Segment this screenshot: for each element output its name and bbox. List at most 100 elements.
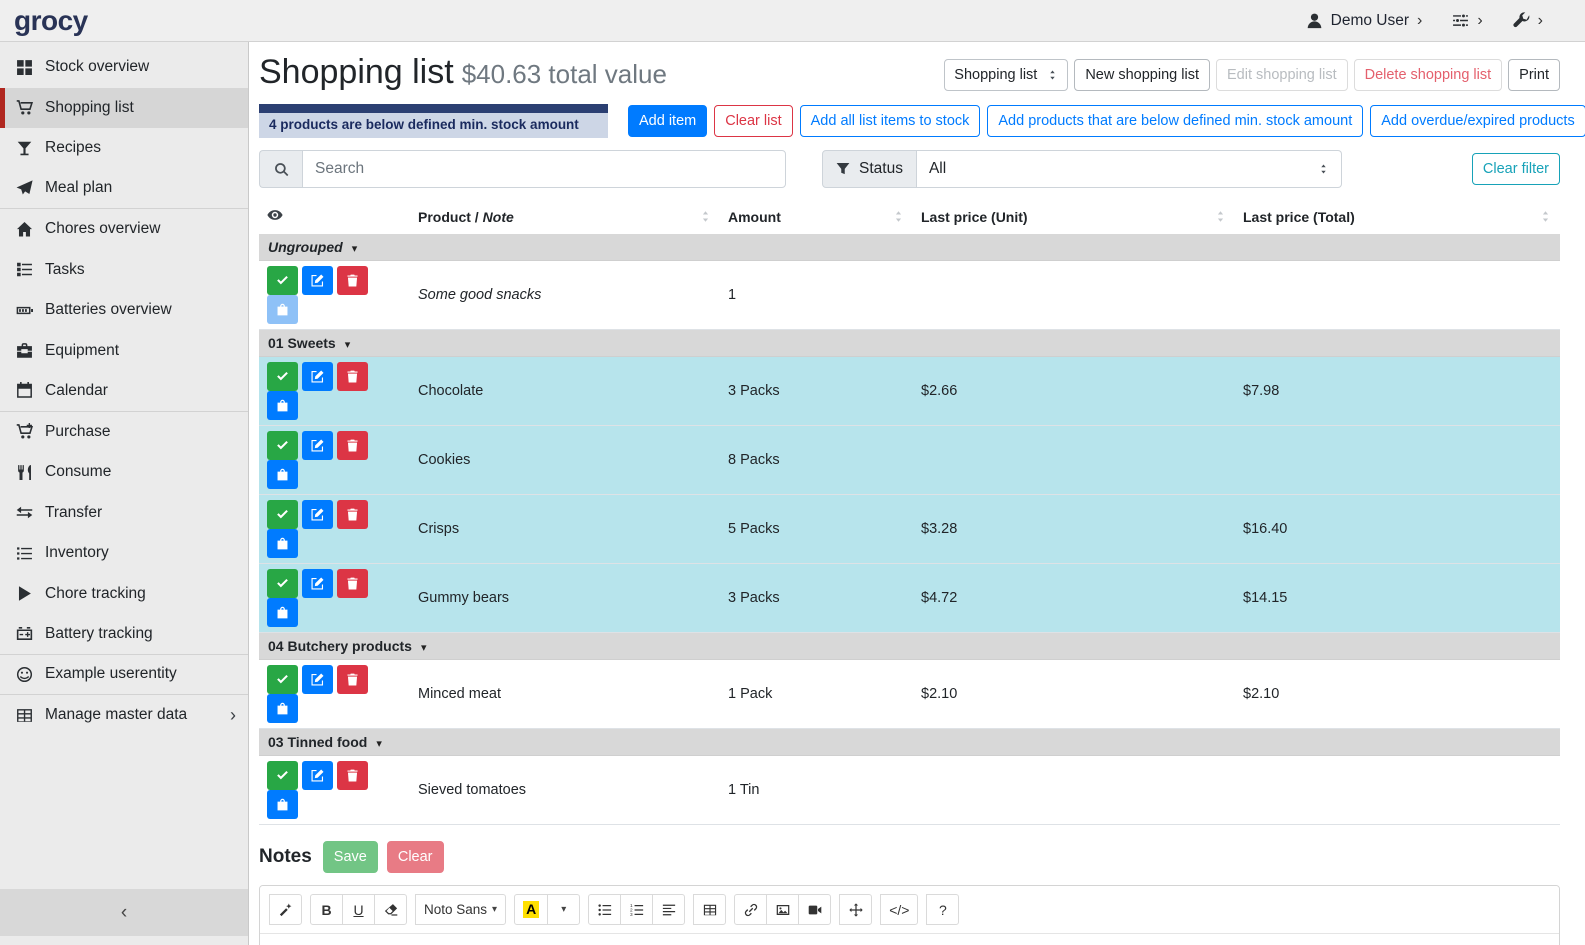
delete-item-button[interactable] — [337, 569, 368, 598]
app-logo[interactable]: grocy — [14, 7, 88, 35]
product-group-row[interactable]: 01 Sweets ▾ — [259, 330, 1560, 357]
sidebar-item-example-userentity[interactable]: Example userentity — [0, 655, 248, 696]
sidebar-item-consume[interactable]: Consume — [0, 452, 248, 493]
sidebar-item-purchase[interactable]: Purchase — [0, 412, 248, 453]
list-icon — [15, 545, 34, 562]
text-color-button[interactable]: A — [514, 894, 548, 925]
mark-done-button[interactable] — [267, 761, 298, 790]
add-to-stock-button[interactable] — [267, 295, 298, 324]
insert-video-button[interactable] — [798, 894, 831, 925]
mark-done-button[interactable] — [267, 665, 298, 694]
add-to-stock-button[interactable] — [267, 460, 298, 489]
sidebar-item-transfer[interactable]: Transfer — [0, 493, 248, 534]
edit-item-button[interactable] — [302, 665, 333, 694]
status-filter-select[interactable]: All — [917, 150, 1342, 188]
unordered-list-button[interactable] — [588, 894, 621, 925]
user-menu[interactable]: Demo User › — [1306, 12, 1423, 30]
delete-item-button[interactable] — [337, 362, 368, 391]
sidebar-item-shopping-list[interactable]: Shopping list — [0, 88, 248, 129]
text-color-dropdown-button[interactable]: ▾ — [547, 894, 580, 925]
clear-notes-button[interactable]: Clear — [387, 841, 444, 873]
sort-icon[interactable] — [1214, 210, 1227, 223]
settings-menu[interactable]: › — [1452, 12, 1482, 30]
style-magic-button[interactable] — [269, 894, 302, 925]
delete-item-button[interactable] — [337, 500, 368, 529]
mark-done-button[interactable] — [267, 500, 298, 529]
clear-filter-button[interactable]: Clear filter — [1472, 153, 1560, 185]
add-below-min-stock-button[interactable]: Add products that are below defined min.… — [987, 105, 1363, 137]
insert-picture-button[interactable] — [766, 894, 799, 925]
status-filter-label[interactable]: Status — [822, 150, 917, 188]
delete-shopping-list-button[interactable]: Delete shopping list — [1354, 59, 1503, 91]
search-input[interactable] — [302, 150, 786, 188]
add-overdue-button[interactable]: Add overdue/expired products — [1370, 105, 1585, 137]
edit-item-button[interactable] — [302, 569, 333, 598]
shopping-list-selector[interactable]: Shopping list — [944, 59, 1068, 91]
last-price-unit-column-header[interactable]: Last price (Unit) — [913, 202, 1235, 234]
notes-editor-area[interactable] — [260, 934, 1559, 945]
edit-item-button[interactable] — [302, 500, 333, 529]
sidebar-item-label: Shopping list — [45, 99, 134, 117]
edit-item-button[interactable] — [302, 362, 333, 391]
mark-done-button[interactable] — [267, 431, 298, 460]
sidebar-item-meal-plan[interactable]: Meal plan — [0, 169, 248, 210]
sidebar-item-stock-overview[interactable]: Stock overview — [0, 47, 248, 88]
add-all-to-stock-button[interactable]: Add all list items to stock — [800, 105, 981, 137]
delete-item-button[interactable] — [337, 266, 368, 295]
underline-button[interactable]: U — [342, 894, 375, 925]
sidebar-item-equipment[interactable]: Equipment — [0, 331, 248, 372]
add-to-stock-button[interactable] — [267, 598, 298, 627]
insert-table-button[interactable] — [693, 894, 726, 925]
delete-item-button[interactable] — [337, 431, 368, 460]
mark-done-button[interactable] — [267, 569, 298, 598]
add-to-stock-button[interactable] — [267, 694, 298, 723]
sort-icon[interactable] — [892, 210, 905, 223]
new-shopping-list-button[interactable]: New shopping list — [1074, 59, 1210, 91]
print-button[interactable]: Print — [1508, 59, 1560, 91]
sort-icon[interactable] — [1539, 210, 1552, 223]
sidebar-item-inventory[interactable]: Inventory — [0, 533, 248, 574]
code-view-button[interactable]: </> — [880, 894, 918, 925]
sidebar-item-battery-tracking[interactable]: Battery tracking — [0, 614, 248, 655]
help-button[interactable]: ? — [926, 894, 959, 925]
add-to-stock-button[interactable] — [267, 790, 298, 819]
admin-menu[interactable]: › — [1513, 12, 1543, 30]
arrows-expand-icon — [849, 903, 863, 917]
sidebar-item-calendar[interactable]: Calendar — [0, 371, 248, 412]
product-group-row[interactable]: Ungrouped ▾ — [259, 234, 1560, 261]
add-item-button[interactable]: Add item — [628, 105, 707, 137]
clear-list-button[interactable]: Clear list — [714, 105, 792, 137]
product-column-header[interactable]: Product / Note — [410, 202, 720, 234]
sidebar-item-batteries-overview[interactable]: Batteries overview — [0, 290, 248, 331]
mark-done-button[interactable] — [267, 362, 298, 391]
product-group-row[interactable]: 03 Tinned food ▾ — [259, 729, 1560, 756]
font-family-button[interactable]: Noto Sans ▾ — [415, 894, 506, 925]
sort-icon[interactable] — [699, 210, 712, 223]
add-to-stock-button[interactable] — [267, 391, 298, 420]
product-group-row[interactable]: 04 Butchery products ▾ — [259, 633, 1560, 660]
paragraph-align-button[interactable] — [652, 894, 685, 925]
insert-link-button[interactable] — [734, 894, 767, 925]
edit-item-button[interactable] — [302, 431, 333, 460]
visibility-column-header[interactable] — [259, 202, 410, 234]
last-price-total-column-header[interactable]: Last price (Total) — [1235, 202, 1560, 234]
sidebar-item-chore-tracking[interactable]: Chore tracking — [0, 574, 248, 615]
add-to-stock-button[interactable] — [267, 529, 298, 558]
sidebar-item-manage-master-data[interactable]: Manage master data › — [0, 695, 248, 736]
sidebar-item-tasks[interactable]: Tasks — [0, 250, 248, 291]
edit-item-button[interactable] — [302, 266, 333, 295]
delete-item-button[interactable] — [337, 761, 368, 790]
ordered-list-button[interactable]: 123 — [620, 894, 653, 925]
save-notes-button[interactable]: Save — [323, 841, 378, 873]
edit-item-button[interactable] — [302, 761, 333, 790]
sidebar-item-recipes[interactable]: Recipes — [0, 128, 248, 169]
clear-formatting-button[interactable] — [374, 894, 407, 925]
amount-column-header[interactable]: Amount — [720, 202, 913, 234]
mark-done-button[interactable] — [267, 266, 298, 295]
sidebar-item-chores-overview[interactable]: Chores overview — [0, 209, 248, 250]
bold-button[interactable]: B — [310, 894, 343, 925]
delete-item-button[interactable] — [337, 665, 368, 694]
fullscreen-button[interactable] — [839, 894, 872, 925]
edit-shopping-list-button[interactable]: Edit shopping list — [1216, 59, 1348, 91]
sidebar-collapse-button[interactable]: ‹ — [0, 889, 248, 936]
